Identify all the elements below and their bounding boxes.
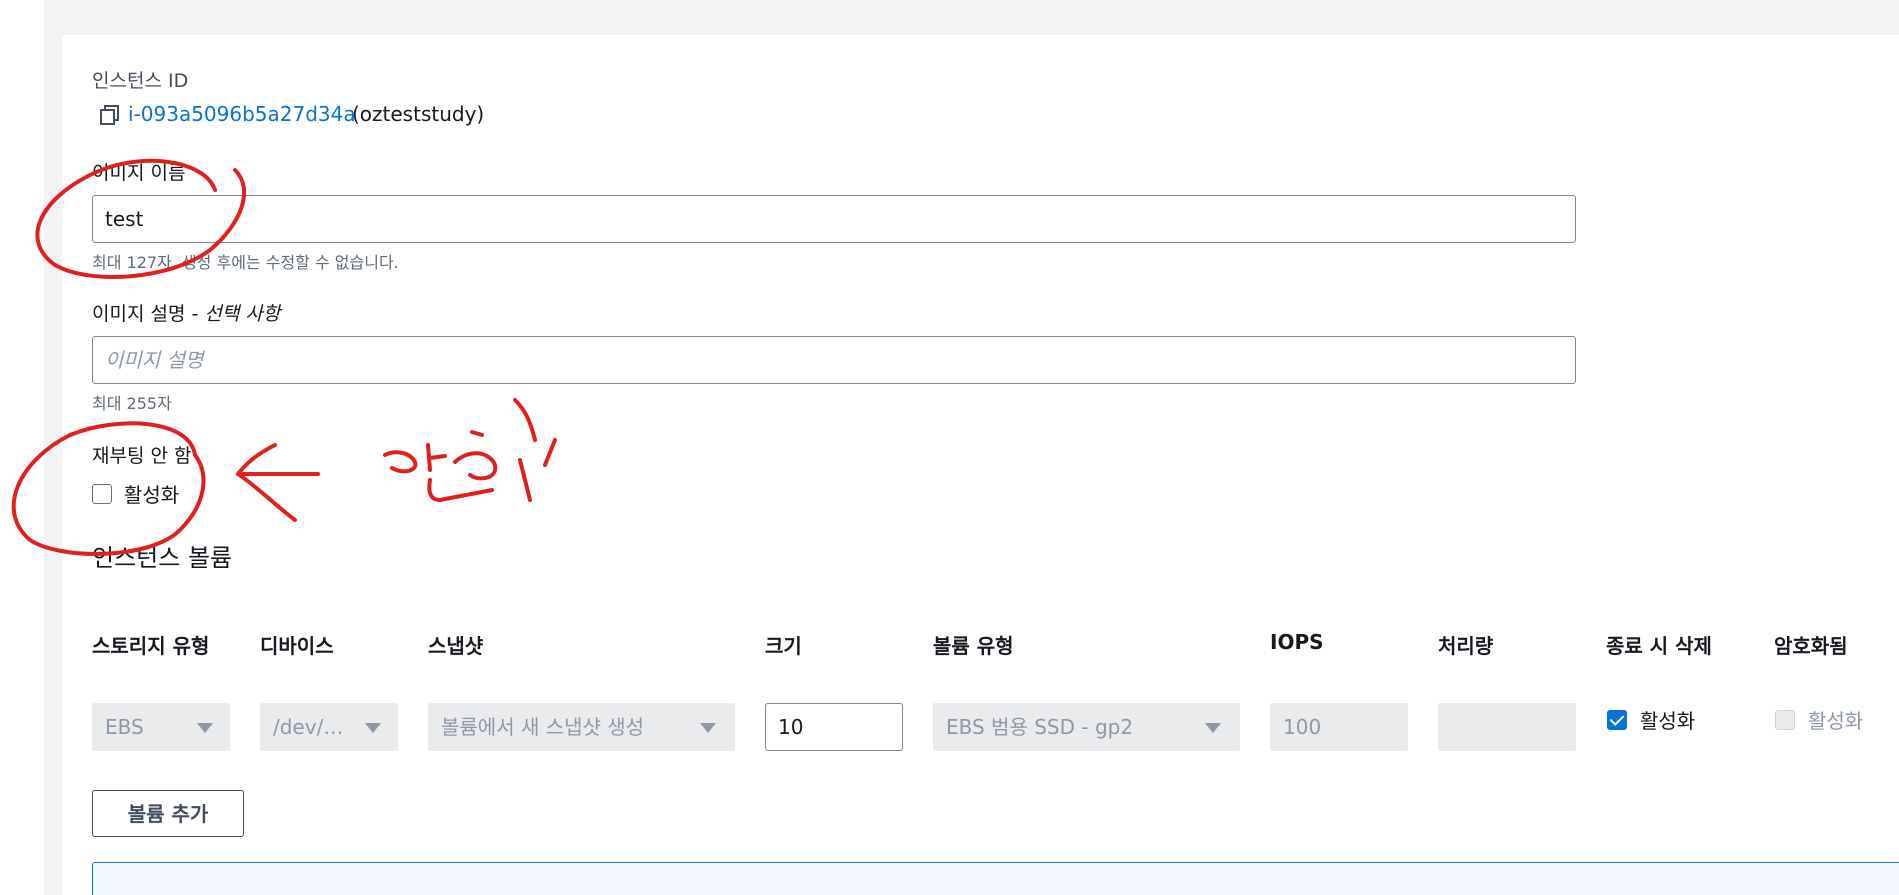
instance-id-label: 인스턴스 ID (92, 70, 189, 92)
image-description-hint: 최대 255자 (92, 394, 172, 413)
caret-down-icon (1205, 723, 1221, 733)
iops-value: 100 (1283, 715, 1322, 739)
form-panel (62, 35, 1899, 895)
volume-type-value: EBS 범용 SSD - gp2 (946, 715, 1134, 739)
caret-down-icon (365, 723, 381, 733)
instance-name: (ozteststudy) (352, 102, 485, 126)
page-background-band (44, 0, 1899, 35)
iops-input: 100 (1270, 703, 1408, 751)
device-value: /dev/… (273, 715, 344, 739)
device-select: /dev/… (260, 703, 398, 751)
size-input[interactable]: 10 (765, 703, 903, 751)
image-description-label-text: 이미지 설명 - (92, 303, 205, 325)
volume-type-select: EBS 범용 SSD - gp2 (933, 703, 1240, 751)
image-name-input[interactable]: test (92, 195, 1576, 243)
column-iops: IOPS (1270, 630, 1324, 654)
throughput-input (1438, 703, 1576, 751)
column-delete-on-termination: 종료 시 삭제 (1606, 634, 1712, 658)
no-reboot-checkbox[interactable] (92, 484, 112, 504)
column-device: 디바이스 (260, 634, 334, 658)
snapshot-select: 볼륨에서 새 스냅샷 생성 (428, 703, 735, 751)
column-storage-type: 스토리지 유형 (92, 634, 210, 658)
encrypted-checkbox (1775, 710, 1795, 730)
column-size: 크기 (765, 634, 802, 658)
image-description-label: 이미지 설명 - 선택 사항 (92, 299, 280, 326)
image-description-input[interactable]: 이미지 설명 (92, 336, 1576, 384)
copy-icon[interactable] (100, 104, 120, 126)
encrypted-label: 활성화 (1808, 709, 1864, 733)
column-snapshot: 스냅샷 (428, 634, 484, 658)
column-encrypted: 암호화됨 (1774, 634, 1848, 658)
image-name-hint: 최대 127자. 생성 후에는 수정할 수 없습니다. (92, 253, 399, 272)
caret-down-icon (700, 723, 716, 733)
delete-on-termination-label[interactable]: 활성화 (1640, 705, 1695, 734)
column-volume-type: 볼륨 유형 (933, 634, 1014, 658)
add-volume-button[interactable]: 볼륨 추가 (92, 790, 244, 837)
instance-id-link[interactable]: i-093a5096b5a27d34a (128, 102, 356, 126)
no-reboot-label: 재부팅 안 함 (92, 445, 192, 467)
snapshot-value: 볼륨에서 새 스냅샷 생성 (441, 715, 645, 739)
instance-volumes-title: 인스턴스 볼륨 (92, 544, 233, 572)
left-gutter (0, 0, 44, 895)
info-alert (92, 862, 1899, 895)
optional-tag: 선택 사항 (204, 303, 281, 325)
column-throughput: 처리량 (1438, 634, 1494, 658)
no-reboot-checkbox-label[interactable]: 활성화 (124, 479, 179, 508)
caret-down-icon (197, 723, 213, 733)
storage-type-value: EBS (105, 715, 144, 739)
storage-type-select: EBS (92, 703, 230, 751)
image-name-label: 이미지 이름 (92, 162, 186, 184)
layout-divider (44, 0, 62, 895)
delete-on-termination-checkbox[interactable] (1607, 710, 1627, 730)
